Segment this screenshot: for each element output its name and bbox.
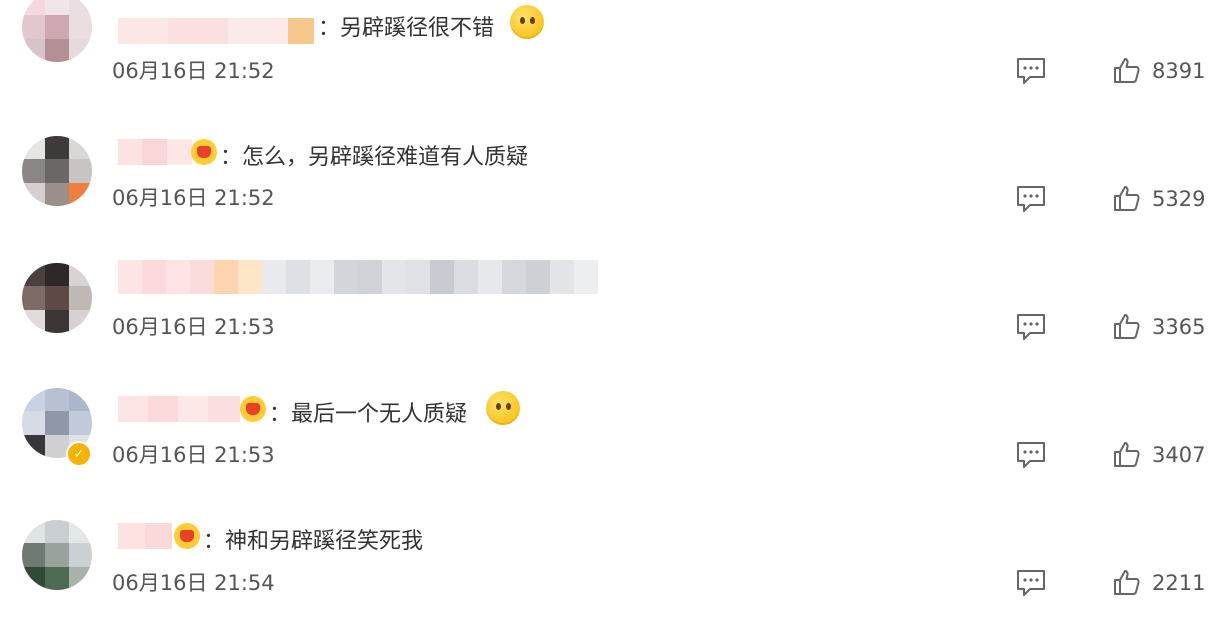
thumbs-up-icon[interactable] (1113, 440, 1141, 468)
avatar[interactable] (22, 136, 92, 206)
username[interactable] (118, 396, 240, 422)
vip-badge-icon (191, 139, 217, 165)
comment-text: ：怎么，另辟蹊径难道有人质疑 (220, 145, 529, 170)
like-count: 3407 (1152, 443, 1206, 467)
emoji-icon (510, 5, 544, 39)
comment-icon[interactable] (1016, 185, 1046, 213)
verified-badge-icon: ✓ (66, 441, 92, 467)
comment-icon[interactable] (1016, 441, 1046, 469)
comment-item: ：另辟蹊径很不错 06月16日 21:52 8391 (0, 0, 1232, 128)
comment-time: 06月16日 21:52 (112, 59, 275, 83)
comment-icon[interactable] (1016, 57, 1046, 85)
thumbs-up-icon[interactable] (1113, 312, 1141, 340)
like-count: 3365 (1152, 315, 1206, 339)
thumbs-up-icon[interactable] (1113, 56, 1141, 84)
comment-time: 06月16日 21:53 (112, 315, 275, 339)
comment-text: ：最后一个无人质疑 (269, 402, 468, 427)
comment-text (118, 260, 598, 294)
comment-icon[interactable] (1016, 313, 1046, 341)
comment-time: 06月16日 21:53 (112, 443, 275, 467)
avatar[interactable] (22, 0, 92, 62)
comment-item: ：神和另辟蹊径笑死我 06月16日 21:54 2211 (0, 512, 1232, 640)
comment-text: ：另辟蹊径很不错 (318, 16, 495, 41)
thumbs-up-icon[interactable] (1113, 184, 1141, 212)
like-count: 5329 (1152, 187, 1206, 211)
username[interactable] (118, 523, 172, 549)
vip-badge-icon (174, 523, 200, 549)
like-count: 8391 (1152, 59, 1206, 83)
comment-time: 06月16日 21:54 (112, 571, 275, 595)
avatar[interactable] (22, 520, 92, 590)
comment-text: ：神和另辟蹊径笑死我 (203, 529, 424, 554)
comment-item: ：怎么，另辟蹊径难道有人质疑 06月16日 21:52 5329 (0, 128, 1232, 256)
vip-badge-icon (240, 396, 266, 422)
comment-item: 06月16日 21:53 3365 (0, 256, 1232, 384)
avatar[interactable] (22, 263, 92, 333)
comment-icon[interactable] (1016, 569, 1046, 597)
comment-item: ✓ ：最后一个无人质疑 06月16日 21:53 3407 (0, 384, 1232, 512)
emoji-icon (486, 391, 520, 425)
thumbs-up-icon[interactable] (1113, 568, 1141, 596)
like-count: 2211 (1152, 571, 1206, 595)
comment-time: 06月16日 21:52 (112, 186, 275, 210)
username[interactable] (118, 18, 314, 44)
username[interactable] (118, 139, 192, 165)
